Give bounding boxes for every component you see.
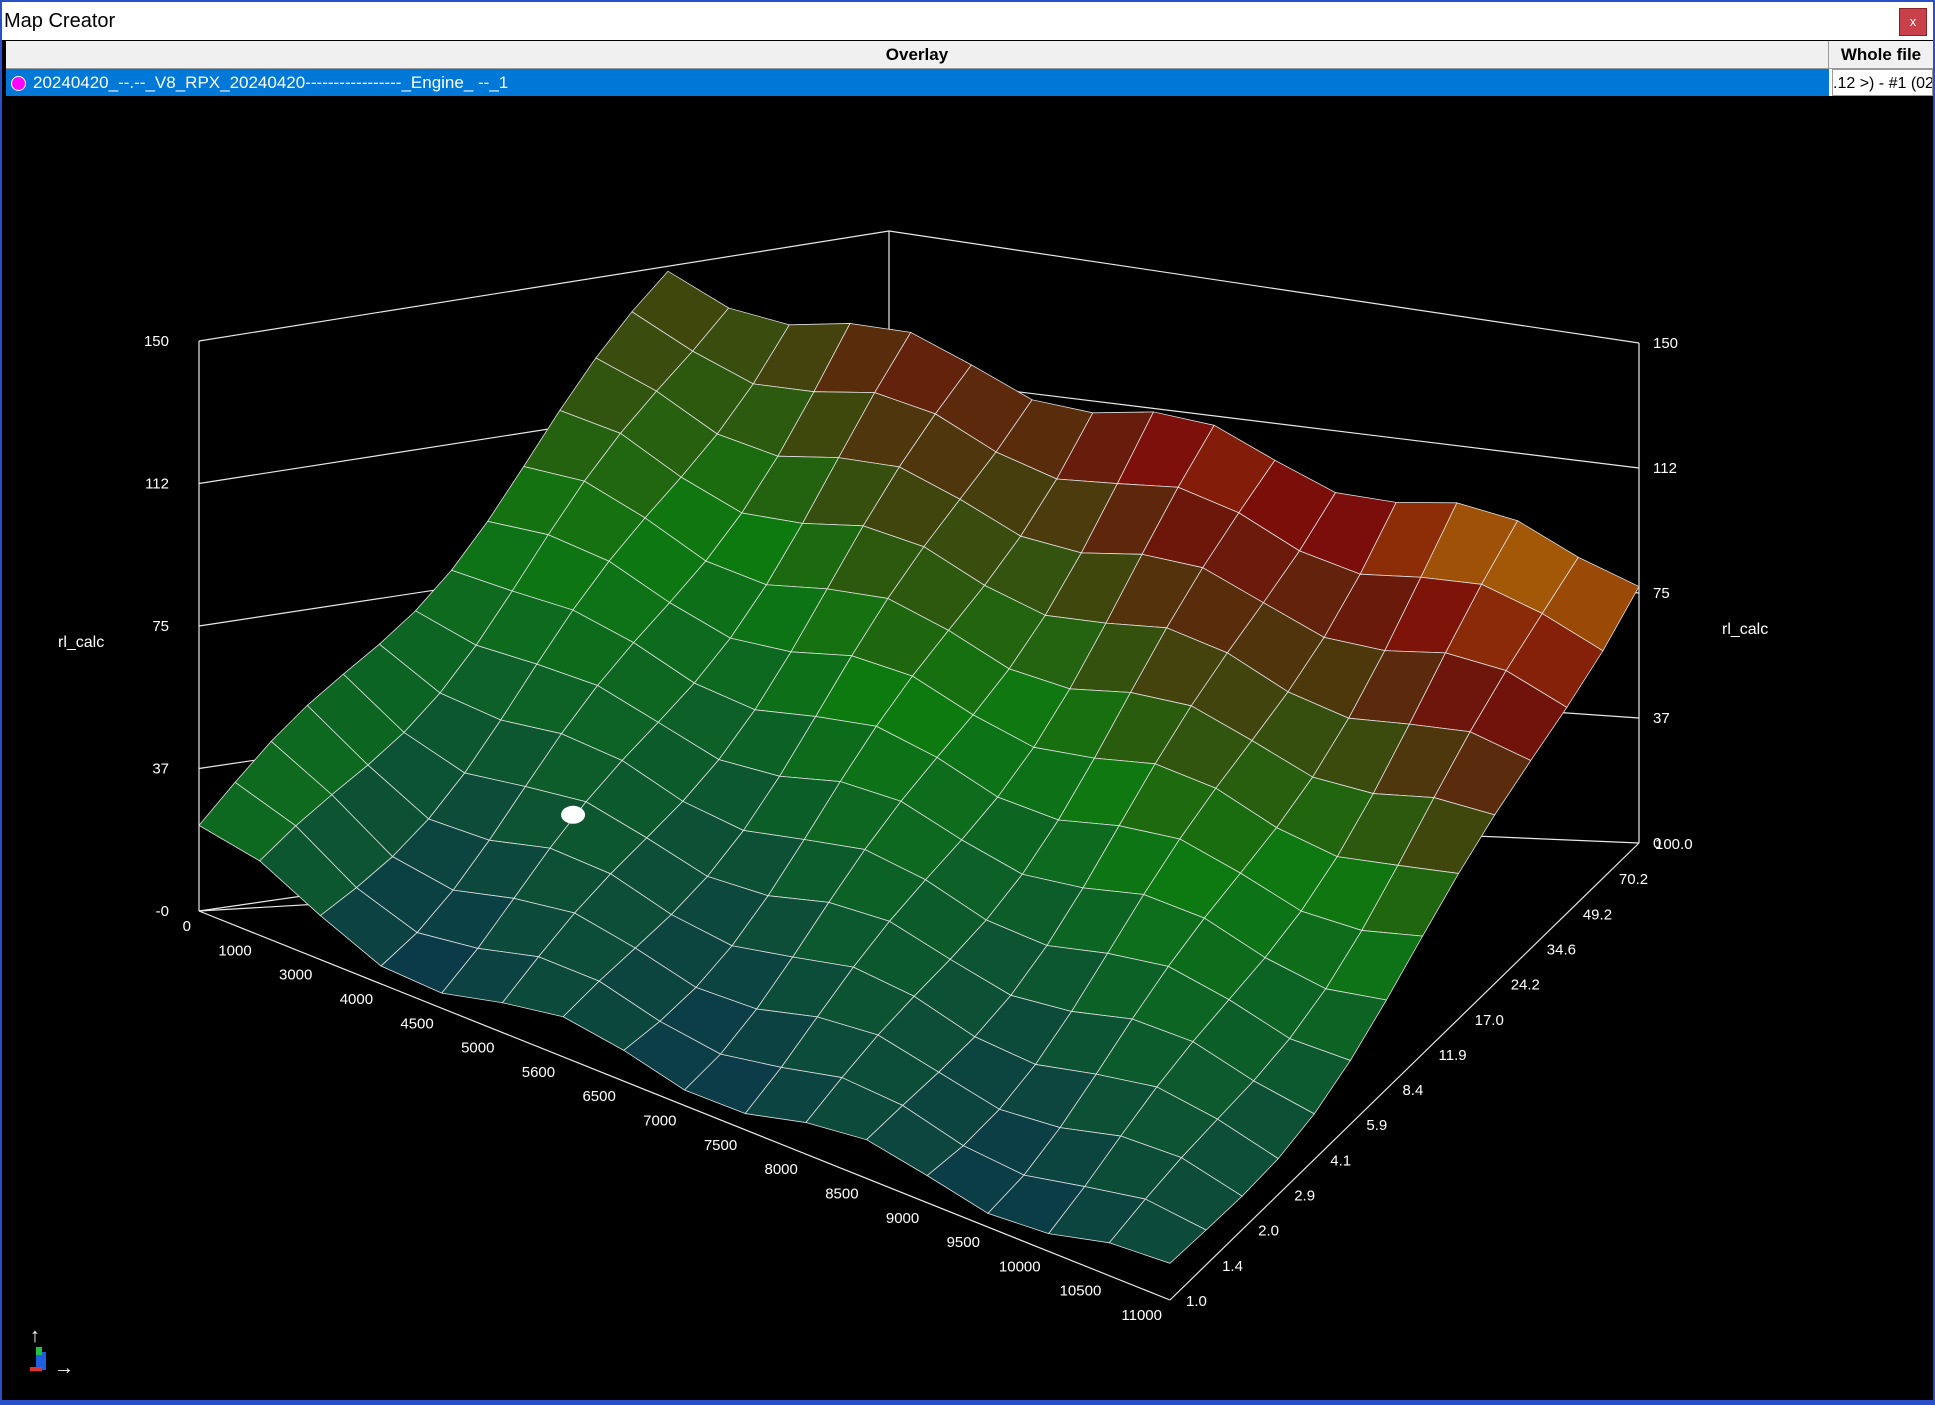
x-tick-label: 7500: [704, 1137, 737, 1154]
x-tick-label: 4000: [340, 991, 373, 1008]
x-tick-label: 5600: [522, 1064, 555, 1081]
close-button[interactable]: x: [1899, 8, 1927, 36]
y-tick-label: 2.0: [1258, 1223, 1279, 1240]
color-dot-icon: [11, 76, 26, 91]
x-tick-label: 3000: [279, 967, 312, 984]
x-tick-label: 8500: [825, 1185, 858, 1202]
y-tick-label: 17.0: [1475, 1012, 1504, 1029]
x-tick-label: 10500: [1060, 1283, 1102, 1300]
surface-plot[interactable]: -0 0 37 37 75 75 112 112 150 150 rl_calc rl_calc 0 10…: [6, 97, 1933, 1400]
x-tick-label: 0: [183, 918, 191, 935]
y-tick-label: 1.4: [1222, 1258, 1243, 1275]
map-creator-window: Map Creator x Overlay Whole file 2024042…: [0, 0, 1935, 1402]
y-tick-label: 2.9: [1294, 1188, 1315, 1205]
x-tick-label: 1000: [218, 942, 251, 959]
x-tick-label: 8000: [765, 1161, 798, 1178]
z-tick-label-left: 75: [152, 618, 169, 635]
axis-right-icon: →: [54, 1357, 74, 1379]
surface-mesh: [198, 270, 1640, 1264]
y-tick-label: 8.4: [1402, 1082, 1423, 1099]
title-bar: Map Creator x: [2, 2, 1933, 40]
y-tick-label: 24.2: [1511, 977, 1540, 994]
x-tick-label: 4500: [400, 1015, 433, 1032]
y-tick-label: 100.0: [1655, 836, 1693, 853]
column-header-overlay[interactable]: Overlay: [6, 41, 1829, 68]
z-tick-label-right: 150: [1653, 335, 1678, 352]
z-tick-label-left: 37: [152, 761, 169, 778]
z-tick-label-right: 37: [1653, 710, 1670, 727]
x-tick-label: 6500: [582, 1088, 615, 1105]
table-row[interactable]: 20240420_--.--_V8_RPX_20240420----------…: [6, 69, 1933, 96]
gridline: [888, 230, 1640, 344]
cursor-marker: [561, 805, 586, 824]
z-tick-label-left: 150: [144, 333, 169, 350]
y-tick-label: 70.2: [1619, 871, 1648, 888]
y-tick-label: 5.9: [1366, 1117, 1387, 1134]
window-title: Map Creator: [4, 10, 116, 32]
table-header: Overlay Whole file: [6, 41, 1933, 69]
z-tick-label-right: 75: [1653, 585, 1670, 602]
y-tick-label: 1.0: [1186, 1293, 1207, 1310]
x-tick-label: 9000: [886, 1210, 919, 1227]
y-tick-label: 49.2: [1583, 906, 1612, 923]
overlay-label: 20240420_--.--_V8_RPX_20240420----------…: [33, 73, 509, 92]
axes-orientation-icon: ↑ →: [30, 1325, 74, 1379]
z-tick-label-left: -0: [156, 903, 169, 920]
y-tick-label: 4.1: [1330, 1152, 1351, 1169]
whole-file-value: .12 >) - #1 (02: [1833, 75, 1933, 92]
y-tick-label: 34.6: [1547, 941, 1576, 958]
x-tick-label: 11000: [1121, 1307, 1162, 1324]
z-tick-label-right: 112: [1653, 460, 1677, 477]
column-header-whole-file[interactable]: Whole file: [1829, 41, 1933, 68]
overlay-cell[interactable]: 20240420_--.--_V8_RPX_20240420----------…: [6, 69, 1829, 96]
x-tick-label: 10000: [999, 1258, 1041, 1275]
x-tick-label: 9500: [947, 1234, 980, 1251]
surface-plot-svg[interactable]: -0037377575112112150 150rl_calcrl_calc010…: [6, 97, 1933, 1400]
y-tick-label: 11.9: [1439, 1047, 1467, 1064]
z-axis-label-left: rl_calc: [58, 634, 104, 651]
x-tick-label: 7000: [643, 1113, 676, 1130]
z-tick-label-left: 112: [145, 476, 169, 493]
whole-file-cell[interactable]: .12 >) - #1 (02: [1832, 69, 1933, 96]
x-tick-label: 5000: [461, 1040, 494, 1057]
z-axis-label-right: rl_calc: [1722, 621, 1768, 638]
axis-up-icon: ↑: [30, 1325, 40, 1347]
